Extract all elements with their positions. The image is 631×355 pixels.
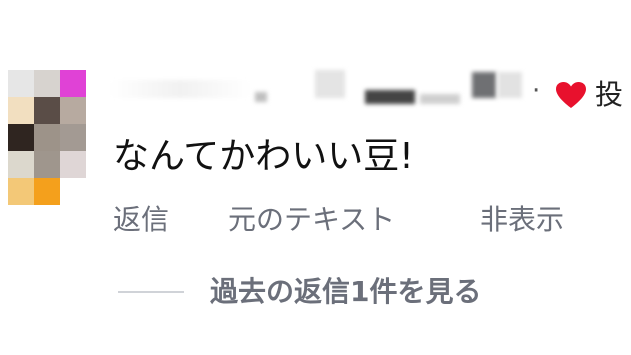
avatar-pixel [60, 97, 86, 124]
username-obscured[interactable] [100, 70, 631, 110]
avatar-pixel [8, 97, 34, 124]
username-blur-segment [498, 72, 522, 98]
post-label[interactable]: 投 [595, 78, 623, 112]
avatar-pixel [60, 124, 86, 151]
hide-button[interactable]: 非表示 [480, 200, 564, 240]
comment-text: なんてかわいい豆! [113, 136, 414, 177]
username-blur-segment [365, 90, 415, 104]
username-blur-segment [315, 70, 345, 98]
avatar-pixel [34, 124, 60, 151]
avatar-pixel [8, 124, 34, 151]
separator-dot: · [532, 76, 541, 106]
heart-icon[interactable] [556, 82, 586, 110]
avatar-pixel [8, 151, 34, 178]
reply-button[interactable]: 返信 [113, 200, 169, 240]
avatar-pixel [60, 70, 86, 97]
avatar-pixel [34, 70, 60, 97]
avatar-pixel [34, 97, 60, 124]
avatar[interactable] [8, 70, 86, 205]
avatar-pixel [34, 151, 60, 178]
username-blur-segment [255, 92, 267, 102]
avatar-pixel [34, 178, 60, 205]
avatar-pixel [60, 151, 86, 178]
view-original-text-button[interactable]: 元のテキスト [228, 200, 395, 240]
view-replies-button[interactable]: 過去の返信1件を見る [210, 272, 481, 312]
avatar-pixel [60, 178, 86, 205]
username-blur-segment [420, 94, 460, 104]
replies-divider [118, 291, 184, 293]
avatar-pixel [8, 70, 34, 97]
username-blur-segment [472, 72, 496, 98]
username-blur-segment [110, 80, 250, 98]
avatar-pixel [8, 178, 34, 205]
